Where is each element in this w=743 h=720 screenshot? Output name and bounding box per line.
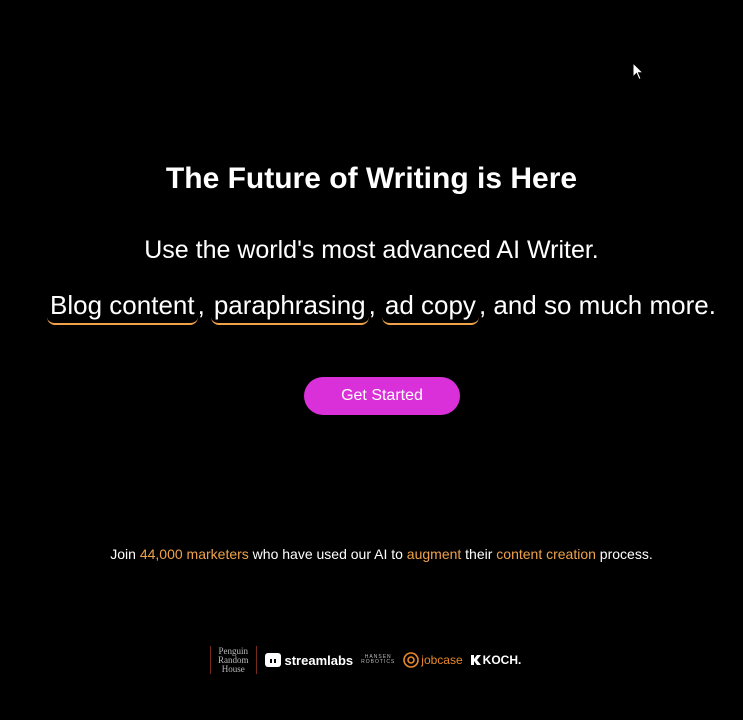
jobcase-at-icon [403,652,420,668]
hero-title: The Future of Writing is Here [165,162,578,195]
social-proof-their: their [461,546,497,562]
social-proof-text: Join 44,000 marketers who have used our … [0,546,743,562]
koch-k-icon [470,655,481,665]
koch-logo-text: KOCH. [482,653,522,667]
feature-chip-blog-content[interactable]: Blog content [47,290,198,325]
feature-separator: , [197,290,205,320]
koch-logo: KOCH. [470,653,522,667]
penguin-random-house-logo: Penguin Random House [210,646,257,674]
social-proof-middle: who have used our AI to [248,546,407,562]
client-logos: Penguin Random House streamlabs HANSEN R… [210,644,560,676]
feature-separator: , [368,290,376,320]
feature-suffix: , and so much more. [478,290,716,320]
hansen-robotics-logo: HANSEN ROBOTICS [361,655,395,665]
jobcase-logo: jobcase [403,652,463,668]
social-proof-prefix: Join [110,546,140,562]
penguin-logo-line: House [221,663,245,674]
streamlabs-logo-icon [264,653,281,667]
get-started-button[interactable]: Get Started [304,377,460,415]
content-creation-highlight: content creation [496,546,596,562]
feature-chip-paraphrasing[interactable]: paraphrasing [210,290,369,325]
jobcase-logo-text: jobcase [421,653,463,667]
feature-list: Blog content, paraphrasing, ad copy, and s… [0,290,743,325]
streamlabs-logo-text: streamlabs [284,652,354,668]
mouse-pointer-icon [632,62,644,81]
social-proof-suffix: process. [595,546,653,562]
feature-chip-ad-copy[interactable]: ad copy [381,290,479,325]
streamlabs-logo: streamlabs [264,652,354,668]
hansen-logo-line: ROBOTICS [361,659,396,665]
augment-highlight: augment [406,546,462,562]
marketers-count: 44,000 marketers [139,546,249,562]
hero-subtitle: Use the world's most advanced AI Writer. [144,236,599,264]
